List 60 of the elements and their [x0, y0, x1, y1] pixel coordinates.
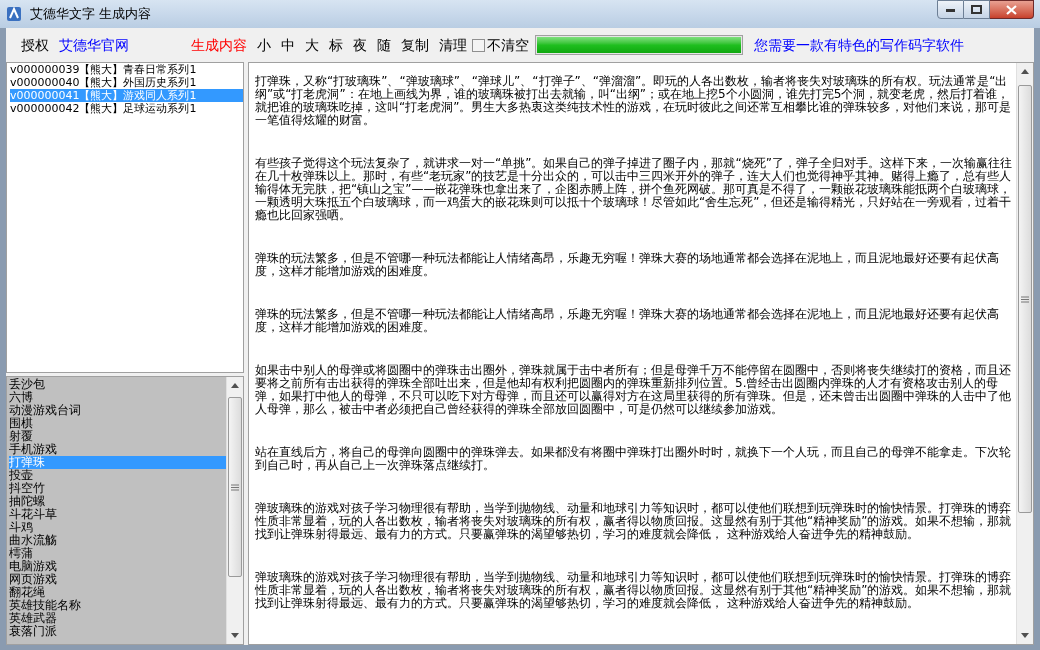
toolbar-button[interactable]: 中 — [276, 34, 300, 56]
list-item[interactable]: 抽陀螺 — [9, 495, 226, 508]
toolbar-button[interactable]: 复制 — [396, 34, 434, 56]
list-item[interactable]: v000000039【熊大】青春日常系列1 — [10, 63, 243, 76]
paragraph: 站在直线后方，将自己的母弹向圆圈中的弹珠弹去。如果都没有将圈中弹珠打出圈外时时，就换下一个人玩，而且自己的母弹不能拿走。下次轮到自己时，再从自己上一次弹珠落点继续打。 — [255, 446, 1012, 472]
list-item[interactable]: 动漫游戏台词 — [9, 404, 226, 417]
list-item[interactable]: 电脑游戏 — [9, 560, 226, 573]
list-item[interactable]: 英雄技能名称 — [9, 599, 226, 612]
scroll-up-icon[interactable] — [1021, 69, 1029, 74]
link[interactable]: 艾德华官网 — [54, 34, 134, 56]
scroll-down-icon[interactable] — [231, 633, 239, 638]
toolbar-button[interactable]: 授权 — [16, 34, 54, 56]
list-item[interactable]: 投壶 — [9, 469, 226, 482]
checkbox[interactable] — [472, 38, 485, 52]
toolbar-button[interactable]: 随 — [372, 34, 396, 56]
list-item[interactable]: 抖空竹 — [9, 482, 226, 495]
list-item[interactable]: v000000042【熊大】足球运动系列1 — [10, 102, 243, 115]
list-item[interactable]: 丢沙包 — [9, 378, 226, 391]
close-icon — [1006, 4, 1017, 15]
paragraph: 弹玻璃珠的游戏对孩子学习物理很有帮助，当学到抛物线、动量和地球引力等知识时，都可以使他们联想到玩弹珠时的愉快情景。打弹珠的博弈性质非常显着，玩的人各出数枚，输者将丧失对玻璃珠的所有权，赢者得以物质回报。这显然有别于其他“精神奖励”的游戏。如果不想输，那就找到让弹珠射得最远、最有力的方式。只要赢弹珠的渴望够热切，学习的难度就会降低， 这种游戏给人奋进争先的精神鼓励。 — [255, 502, 1012, 541]
list-item[interactable]: v000000040【熊大】外国历史系列1 — [10, 76, 243, 89]
list-item[interactable]: 射覆 — [9, 430, 226, 443]
list-item[interactable]: 曲水流觞 — [9, 534, 226, 547]
paragraph: 弹玻璃珠的游戏对孩子学习物理很有帮助，当学到抛物线、动量和地球引力等知识时，都可以使他们联想到玩弹珠时的愉快情景。打弹珠的博弈性质非常显着，玩的人各出数枚，输者将丧失对玻璃珠的所有权，赢者得以物质回报。这显然有别于其他“精神奖励”的游戏。如果不想输，那就找到让弹珠射得最远、最有力的方式。只要赢弹珠的渴望够热切，学习的难度就会降低， 这种游戏给人奋进争先的精神鼓励。 — [255, 571, 1012, 610]
app-icon — [6, 6, 22, 22]
list-item[interactable]: 翻花绳 — [9, 586, 226, 599]
minimize-icon — [945, 7, 956, 12]
scroll-up-icon[interactable] — [231, 383, 239, 388]
maximize-button[interactable] — [964, 0, 990, 19]
checkbox-label: 不清空 — [487, 35, 529, 55]
paragraph: 弹珠的玩法繁多，但是不管哪一种玩法都能让人情绪高昂，乐趣无穷喔！弹珠大赛的场地通常都会选择在泥地上，而且泥地最好还要有起伏高度，这样才能增加游戏的困难度。 — [255, 308, 1000, 334]
list-item[interactable]: 六博 — [9, 391, 226, 404]
maximize-icon — [971, 5, 982, 14]
scrollbar[interactable] — [226, 377, 243, 644]
toolbar-button[interactable]: 夜 — [348, 34, 372, 56]
list-item[interactable]: 斗花斗草 — [9, 508, 226, 521]
paragraph: 如果击中别人的母弹或将圆圈中的弹珠击出圈外，弹珠就属于击中者所有；但是母弹千万不能停留在圆圈中，否则将丧失继续打的资格，而且还要将之前所有击出获得的弹珠全部吐出来，但是他却有权利把圆圈内的弹珠重新排列位置。5.曾经击出圆圈内弹珠的人才有资格攻击别人的母弹，如果打中他人的母弹，不只可以吃下对方母弹，而且还可以赢得对方在这局里获得的所有弹珠。但是，还未曾击出圆圈中弹珠的人击中了他人母弹，那么，被击中者必须把自己曾经获得的弹珠全部放回圆圈中，可是仍然可以继续参加游戏。 — [255, 364, 1012, 416]
scrollbar-thumb[interactable] — [1018, 85, 1032, 513]
scroll-down-icon[interactable] — [1021, 633, 1029, 638]
toolbar-button[interactable]: 小 — [252, 34, 276, 56]
window-title: 艾德华文字 生成内容 — [30, 5, 152, 24]
list-item[interactable]: 围棋 — [9, 417, 226, 430]
toolbar-button[interactable]: 标 — [324, 34, 348, 56]
list-item[interactable]: 衰落门派 — [9, 625, 226, 638]
link[interactable]: 您需要一款有特色的写作码字软件 — [749, 34, 969, 56]
list-item[interactable]: 樗蒲 — [9, 547, 226, 560]
close-button[interactable] — [990, 0, 1034, 19]
paragraph: 弹珠的玩法繁多，但是不管哪一种玩法都能让人情绪高昂，乐趣无穷喔！弹珠大赛的场地通常都会选择在泥地上，而且泥地最好还要有起伏高度，这样才能增加游戏的困难度。 — [255, 252, 1000, 278]
list-item[interactable]: 手机游戏 — [9, 443, 226, 456]
scrollbar[interactable] — [1016, 63, 1033, 644]
toolbar-button[interactable]: 生成内容 — [186, 34, 252, 56]
list-item[interactable]: 英雄武器 — [9, 612, 226, 625]
paragraph: 有些孩子觉得这个玩法复杂了，就讲求一对一“单挑”。如果自己的弹子掉进了圈子内，那就“烧死”了，弹子全归对手。这样下来，一次输赢往往在几十枚弹珠以上。那时，有些“老玩家”的技艺是十分出众的，可以击中三四米开外的弹子，连大人们也觉得神乎其神。赌得上瘾了，总有些人输得体无完肤，把“镇山之宝”——嵌花弹珠也拿出来了，企图赤膊上阵，拼个鱼死网破。那可真是不得了，一颗嵌花玻璃珠能抵两个白玻璃球，一颗透明大珠抵五个白玻璃球，而一鸡蛋大的嵌花珠则可以抵十个玻璃球！尽管如此“舍生忘死”，但还是输得精光，只好站在一旁观看，过着干瘾也比回家强哂。 — [255, 157, 1012, 222]
list-item[interactable]: 斗鸡 — [9, 521, 226, 534]
minimize-button[interactable] — [937, 0, 964, 19]
list-item[interactable]: 网页游戏 — [9, 573, 226, 586]
toolbar-button[interactable]: 大 — [300, 34, 324, 56]
toolbar-button[interactable]: 清理 — [434, 34, 472, 56]
scrollbar-thumb[interactable] — [228, 397, 242, 577]
paragraph: 打弹珠，又称“打玻璃珠”、“弹玻璃球”、“弹球儿”、“打弹子”、“弹溜溜”。即玩的人各出数枚，输者将丧失对玻璃珠的所有权。玩法通常是“出纲”或“打老虎洞”：在地上画线为界，谁的玻璃珠被打出去就输，叫“出纲”；或在地上挖5个小圆洞，谁先打完5个洞，就变老虎，然后打着谁，就把谁的玻璃珠吃掉，这叫“打老虎洞”。男生大多热衷这类纯技术性的游戏，在玩时彼此之间还常互相攀比谁的弹珠较多，对他们来说，那可是一笔值得炫耀的财富。 — [255, 75, 1012, 127]
